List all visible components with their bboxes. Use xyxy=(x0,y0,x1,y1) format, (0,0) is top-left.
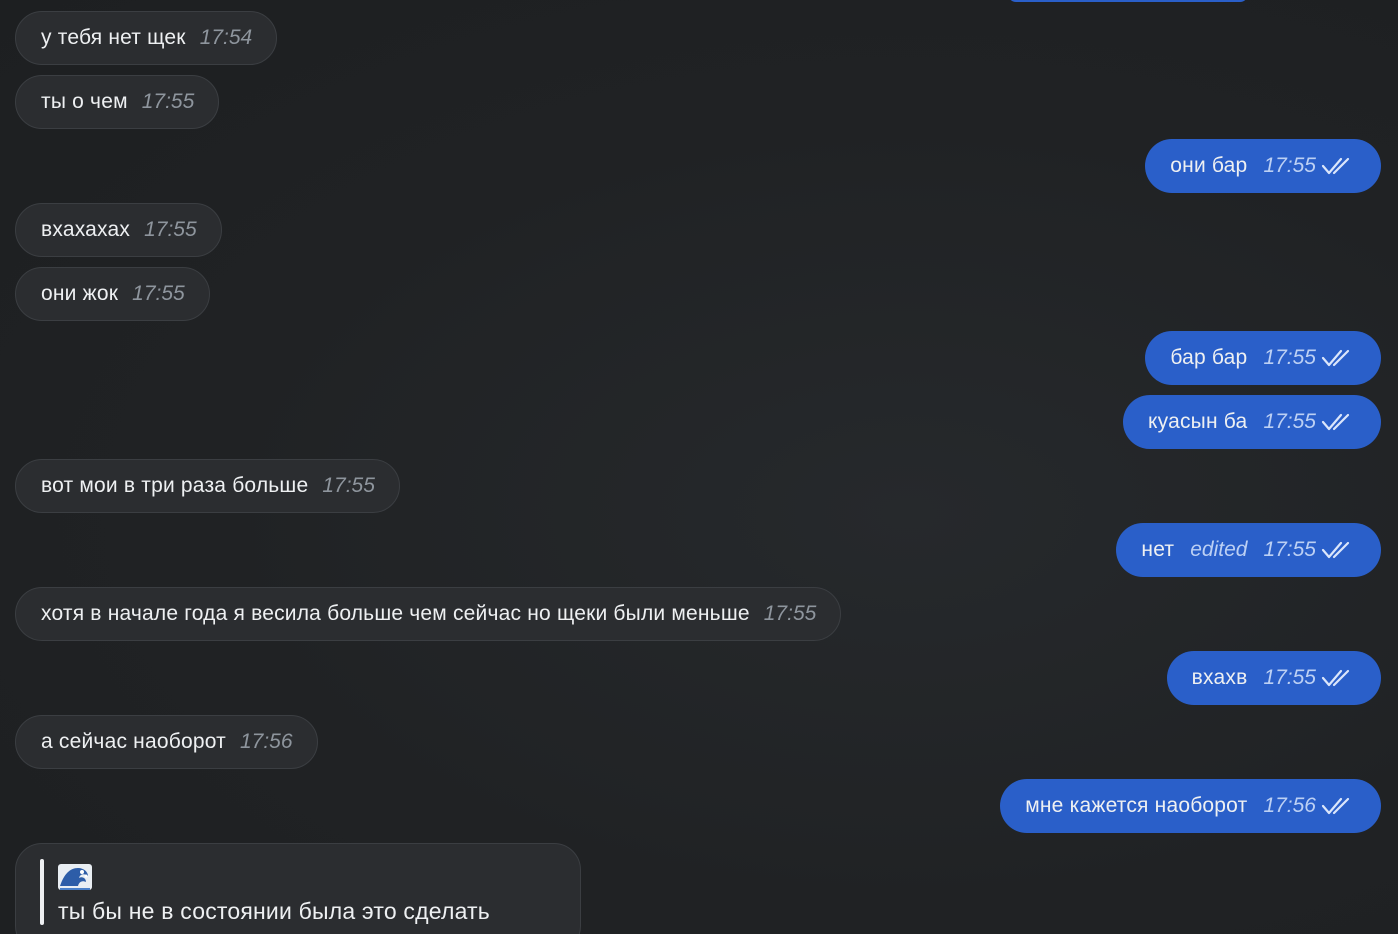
reply-quote-bar xyxy=(40,859,44,925)
message-bubble-outgoing[interactable]: мне кажется наоборот 17:56 xyxy=(1000,779,1381,833)
chat-area[interactable]: у тебя нет щек 17:54 ты о чем 17:55 они … xyxy=(0,0,1398,934)
double-check-icon xyxy=(1321,413,1350,431)
message-time: 17:55 xyxy=(1263,666,1316,689)
message-text: а сейчас наоборот xyxy=(41,730,226,753)
message-text: бар бар xyxy=(1170,346,1248,369)
message-text: они жок xyxy=(41,282,119,305)
message-bubble-outgoing[interactable]: они бар 17:55 xyxy=(1145,139,1381,193)
message-text: хотя в начале года я весила больше чем с… xyxy=(41,602,750,625)
message-time: 17:55 xyxy=(1263,410,1316,433)
message-time: 17:55 xyxy=(141,90,195,113)
message-bubble-outgoing[interactable]: куасын ба 17:55 xyxy=(1123,395,1381,449)
double-check-icon xyxy=(1321,541,1350,559)
message-text: вот мои в три раза больше xyxy=(41,474,309,497)
message-text: нет xyxy=(1141,538,1175,561)
message-time: 17:55 xyxy=(132,282,185,305)
message-time: 17:56 xyxy=(239,730,293,753)
message-text: куасын ба xyxy=(1148,410,1248,433)
message-time: 17:55 xyxy=(1263,154,1316,177)
double-check-icon xyxy=(1321,797,1350,815)
message-time: 17:56 xyxy=(1263,794,1316,817)
message-time: 17:55 xyxy=(1263,538,1316,561)
message-bubble-incoming[interactable]: ты о чем 17:55 xyxy=(15,75,220,129)
message-text: вхахв xyxy=(1191,666,1248,689)
message-bubble-incoming[interactable]: у тебя нет щек 17:54 xyxy=(15,11,278,65)
message-time: 17:55 xyxy=(763,602,817,625)
message-text: ты бы не в состоянии была это сделать xyxy=(58,898,490,924)
message-bubble-incoming[interactable]: а сейчас наоборот 17:56 xyxy=(15,715,318,769)
wave-emoji-icon xyxy=(58,864,92,890)
message-text: у тебя нет щек xyxy=(41,26,186,49)
message-time: 17:55 xyxy=(1263,346,1316,369)
message-text: ты о чем xyxy=(41,90,128,113)
message-text: они бар xyxy=(1170,154,1248,177)
message-bubble-outgoing[interactable]: нет edited 17:55 xyxy=(1116,523,1381,577)
message-time: 17:54 xyxy=(199,26,253,49)
message-bubble-incoming[interactable]: они жок 17:55 xyxy=(15,267,210,321)
message-bubble-incoming[interactable]: вот мои в три раза больше 17:55 xyxy=(15,459,400,513)
message-bubble-outgoing[interactable]: вхахв 17:55 xyxy=(1166,651,1381,705)
message-time: 17:55 xyxy=(144,218,197,241)
message-text: мне кажется наоборот xyxy=(1025,794,1248,817)
message-bubble-incoming[interactable]: хотя в начале года я весила больше чем с… xyxy=(15,587,842,641)
previous-outgoing-bubble xyxy=(1008,0,1248,2)
message-text: вхахахах xyxy=(41,218,131,241)
double-check-icon xyxy=(1321,349,1350,367)
message-bubble-outgoing[interactable]: бар бар 17:55 xyxy=(1145,331,1381,385)
message-bubble-incoming-reply[interactable]: ты бы не в состоянии была это сделать xyxy=(15,843,581,934)
message-time: 17:55 xyxy=(322,474,375,497)
double-check-icon xyxy=(1321,669,1350,687)
edited-label: edited xyxy=(1190,538,1248,561)
message-bubble-incoming[interactable]: вхахахах 17:55 xyxy=(15,203,222,257)
double-check-icon xyxy=(1321,157,1350,175)
